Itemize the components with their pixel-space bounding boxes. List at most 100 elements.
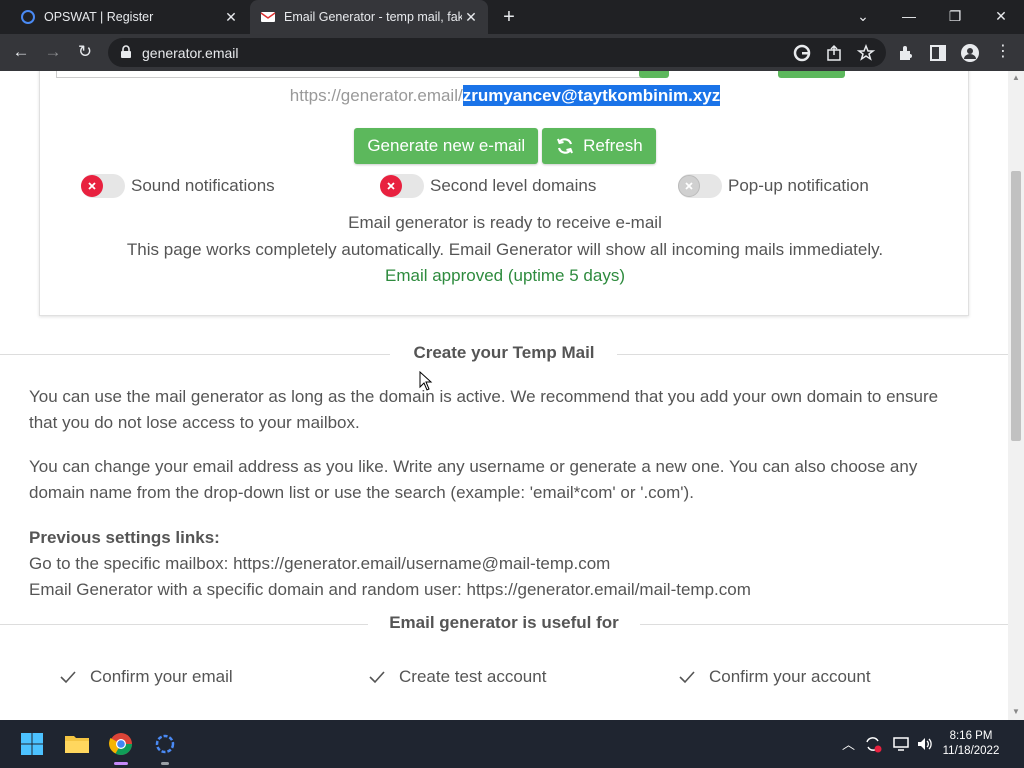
useful-item: Create test account	[369, 667, 546, 687]
clock-time: 8:16 PM	[949, 730, 993, 742]
useful-item: Confirm your account	[679, 667, 871, 687]
checkmark-icon	[369, 671, 385, 684]
bookmark-star-icon[interactable]	[856, 43, 876, 63]
toggle-label: Second level domains	[430, 176, 597, 195]
auto-status: This page works completely automatically…	[126, 240, 884, 259]
paragraph-line: domain name from the drop-down list or u…	[29, 483, 694, 502]
popup-notification-toggle[interactable]: Pop-up notification	[678, 174, 869, 198]
volume-icon[interactable]	[916, 735, 934, 753]
system-clock[interactable]: 8:16 PM 11/18/2022	[936, 729, 1006, 759]
scroll-up-arrow-icon[interactable]: ▲	[1011, 73, 1021, 82]
generate-new-email-button[interactable]: Generate new e-mail	[354, 128, 539, 164]
chrome-icon	[109, 733, 132, 755]
toggle-switch[interactable]	[380, 174, 424, 198]
section-heading-useful: Email generator is useful for	[0, 611, 1008, 637]
refresh-icon	[557, 138, 574, 154]
action-buttons: Generate new e-mail Refresh	[40, 128, 970, 164]
previous-settings-links: Previous settings links: Go to the speci…	[29, 525, 979, 603]
opswat-icon	[155, 734, 175, 754]
profile-avatar-icon[interactable]	[960, 43, 980, 63]
opswat-app-button[interactable]	[149, 728, 181, 765]
network-icon[interactable]	[892, 735, 910, 753]
toggle-switch[interactable]	[81, 174, 125, 198]
ready-status: Email generator is ready to receive e-ma…	[348, 213, 662, 232]
close-tab-icon[interactable]: ✕	[462, 9, 480, 26]
new-tab-button[interactable]: +	[496, 4, 522, 30]
minimize-button[interactable]: —	[886, 0, 932, 34]
close-window-button[interactable]: ✕	[978, 0, 1024, 34]
toggle-off-icon	[81, 175, 103, 197]
menu-kebab-icon[interactable]: ⋮	[990, 39, 1016, 65]
lock-icon	[121, 45, 131, 58]
checkmark-icon	[60, 671, 76, 684]
scrollbar-thumb[interactable]	[1011, 171, 1021, 441]
paragraph-domain-active: You can use the mail generator as long a…	[29, 384, 979, 436]
email-generator-favicon-icon	[260, 12, 276, 22]
mailbox-link-line[interactable]: Go to the specific mailbox: https://gene…	[29, 551, 979, 577]
back-arrow-icon[interactable]: ←	[8, 39, 34, 65]
share-icon[interactable]	[824, 43, 844, 63]
clock-date: 11/18/2022	[942, 745, 1000, 757]
tab-opswat[interactable]: OPSWAT | Register ✕	[8, 0, 248, 34]
address-bar[interactable]: generator.email	[108, 38, 886, 67]
toggle-label: Pop-up notification	[728, 176, 869, 195]
tab-email-generator[interactable]: Email Generator - temp mail, fake ✕	[250, 0, 488, 34]
paragraph-change-address: You can change your email address as you…	[29, 454, 979, 506]
approved-status: Email approved (uptime 5 days)	[384, 266, 625, 285]
browser-toolbar: ← → ↻ generator.email ⋮	[0, 34, 1024, 71]
running-indicator	[161, 762, 169, 765]
windows-logo-icon	[21, 733, 43, 755]
refresh-label: Refresh	[583, 136, 643, 155]
domain-dropdown-button[interactable]	[639, 71, 669, 78]
toggle-label: Sound notifications	[131, 176, 275, 195]
tab-strip: OPSWAT | Register ✕ Email Generator - te…	[0, 0, 1024, 34]
url-text: generator.email	[142, 45, 239, 61]
sound-notifications-toggle[interactable]: Sound notifications	[81, 174, 275, 198]
paragraph-line: You can change your email address as you…	[29, 457, 918, 476]
file-explorer-button[interactable]	[61, 728, 93, 760]
chrome-button[interactable]	[105, 728, 137, 765]
useful-item-label: Create test account	[399, 667, 547, 686]
section-title: Create your Temp Mail	[413, 343, 595, 362]
section-title: Email generator is useful for	[389, 613, 619, 632]
refresh-button[interactable]: Refresh	[542, 128, 656, 164]
paragraph-line: that you do not lose access to your mail…	[29, 413, 360, 432]
side-panel-icon[interactable]	[928, 43, 948, 63]
tab-search-icon[interactable]: ⌄	[840, 0, 886, 34]
copy-button[interactable]	[778, 71, 845, 78]
opswat-favicon-icon	[21, 10, 35, 24]
vertical-scrollbar[interactable]: ▲ ▼	[1008, 71, 1024, 720]
email-prefix: https://generator.email/	[289, 86, 463, 105]
toggle-switch[interactable]	[678, 174, 722, 198]
toggle-off-icon	[678, 175, 700, 197]
useful-item-label: Confirm your account	[709, 667, 871, 686]
google-icon[interactable]	[792, 43, 812, 63]
email-address-line: https://generator.email/zrumyancev@taytk…	[40, 85, 970, 106]
mouse-cursor-icon	[419, 371, 433, 391]
start-button[interactable]	[16, 728, 48, 760]
active-indicator	[114, 762, 128, 765]
toggle-off-icon	[380, 175, 402, 197]
tab-title: Email Generator - temp mail, fake	[284, 10, 462, 24]
windows-taskbar: ︿ 8:16 PM 11/18/2022	[0, 720, 1024, 768]
tab-title: OPSWAT | Register	[44, 10, 154, 24]
email-address[interactable]: zrumyancev@taytkombinim.xyz	[462, 85, 721, 106]
username-input[interactable]	[56, 71, 641, 78]
page-content: https://generator.email/zrumyancev@taytk…	[0, 71, 1008, 720]
scroll-down-arrow-icon[interactable]: ▼	[1011, 707, 1021, 716]
generate-label: Generate new e-mail	[367, 136, 526, 155]
sync-icon[interactable]	[864, 735, 882, 753]
checkmark-icon	[679, 671, 695, 684]
folder-icon	[65, 736, 89, 753]
forward-arrow-icon[interactable]: →	[40, 39, 66, 65]
email-card: https://generator.email/zrumyancev@taytk…	[39, 71, 969, 316]
useful-item-label: Confirm your email	[90, 667, 233, 686]
section-heading-create: Create your Temp Mail	[0, 341, 1008, 367]
close-tab-icon[interactable]: ✕	[222, 9, 240, 26]
extensions-icon[interactable]	[896, 43, 916, 63]
domain-link-line[interactable]: Email Generator with a specific domain a…	[29, 577, 979, 603]
tray-overflow-chevron-icon[interactable]: ︿	[842, 734, 855, 753]
restore-button[interactable]: ❐	[932, 0, 978, 34]
reload-icon[interactable]: ↻	[72, 39, 98, 65]
second-level-domains-toggle[interactable]: Second level domains	[380, 174, 596, 198]
